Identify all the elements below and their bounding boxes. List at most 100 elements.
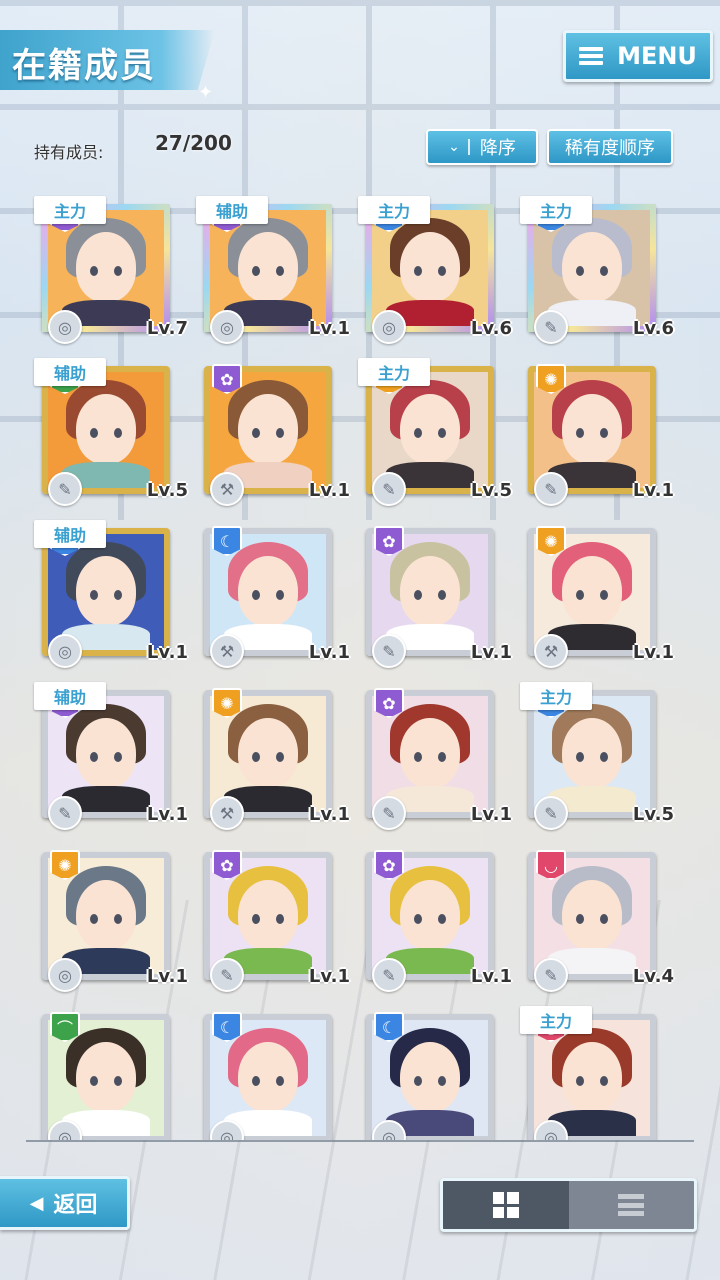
member-card[interactable]: ✺主力✎Lv.5 bbox=[354, 352, 512, 506]
member-type-icon: ✎ bbox=[372, 634, 406, 668]
member-type-icon: ◎ bbox=[48, 958, 82, 992]
member-type-icon: ✎ bbox=[534, 472, 568, 506]
member-type-icon: ✎ bbox=[48, 796, 82, 830]
member-count-label: 持有成员: bbox=[34, 143, 104, 162]
member-type-icon: ✎ bbox=[372, 958, 406, 992]
view-mode-toggle bbox=[440, 1178, 697, 1232]
role-tag: 主力 bbox=[520, 682, 592, 710]
member-type-icon: ✎ bbox=[372, 796, 406, 830]
member-card[interactable]: ✺ ✎ Lv.1 bbox=[516, 352, 674, 506]
member-card[interactable]: ◡主力◎ bbox=[516, 1000, 656, 1140]
member-type-icon: ◎ bbox=[48, 634, 82, 668]
member-level: Lv.1 bbox=[470, 642, 512, 663]
member-card[interactable]: ✿ ✎ Lv.1 bbox=[354, 838, 512, 992]
member-card[interactable]: ✺ ⚒ Lv.1 bbox=[516, 514, 674, 668]
member-level: Lv.1 bbox=[308, 480, 350, 501]
portrait-eyes bbox=[574, 590, 610, 600]
member-level: Lv.1 bbox=[308, 642, 350, 663]
page-title: 在籍成员 bbox=[12, 46, 156, 86]
portrait-eyes bbox=[250, 266, 286, 276]
portrait-eyes bbox=[88, 914, 124, 924]
member-card[interactable]: ☾ ⚒ Lv.1 bbox=[192, 514, 350, 668]
member-level: Lv.6 bbox=[470, 318, 512, 339]
role-tag: 主力 bbox=[520, 1006, 592, 1034]
portrait-eyes bbox=[88, 266, 124, 276]
list-view-icon bbox=[618, 1194, 645, 1216]
portrait-eyes bbox=[412, 428, 448, 438]
member-card[interactable]: ⌒ ◎ bbox=[30, 1000, 170, 1140]
sort-order-icon: ⌄ bbox=[448, 139, 470, 155]
member-card[interactable]: ☾辅助◎Lv.1 bbox=[30, 514, 188, 668]
member-type-icon: ◎ bbox=[48, 310, 82, 344]
portrait-eyes bbox=[250, 428, 286, 438]
list-view-button[interactable] bbox=[569, 1181, 695, 1229]
grid-view-button[interactable] bbox=[443, 1181, 569, 1229]
member-level: Lv.1 bbox=[146, 966, 188, 987]
member-card[interactable]: ✿ ✎ Lv.1 bbox=[354, 676, 512, 830]
member-type-icon: ✎ bbox=[372, 472, 406, 506]
portrait-eyes bbox=[88, 428, 124, 438]
member-level: Lv.1 bbox=[308, 318, 350, 339]
member-card[interactable]: ☾ ◎ bbox=[354, 1000, 494, 1140]
back-button[interactable]: ◀ 返回 bbox=[0, 1176, 130, 1230]
member-card[interactable]: ☾ ◎ bbox=[192, 1000, 332, 1140]
portrait-eyes bbox=[250, 914, 286, 924]
member-level: Lv.4 bbox=[632, 966, 674, 987]
member-count-value: 27/200 bbox=[155, 131, 232, 155]
portrait-eyes bbox=[574, 752, 610, 762]
grid-view-icon bbox=[492, 1192, 519, 1218]
portrait-eyes bbox=[574, 1076, 610, 1086]
member-card[interactable]: ☾主力◎Lv.6 bbox=[354, 190, 512, 344]
portrait-eyes bbox=[412, 914, 448, 924]
portrait-eyes bbox=[574, 914, 610, 924]
portrait-eyes bbox=[88, 1076, 124, 1086]
member-grid: ✿主力◎Lv.7✿辅助◎Lv.1☾主力◎Lv.6☾主力✎Lv.6⌒辅助✎Lv.5… bbox=[30, 190, 690, 1140]
member-card[interactable]: ✺ ⚒ Lv.1 bbox=[192, 676, 350, 830]
member-type-icon: ✎ bbox=[534, 310, 568, 344]
member-card[interactable]: ✿ ⚒ Lv.1 bbox=[192, 352, 350, 506]
member-card[interactable]: ✺ ◎ Lv.1 bbox=[30, 838, 188, 992]
divider bbox=[26, 1140, 694, 1142]
portrait-eyes bbox=[88, 590, 124, 600]
role-tag: 主力 bbox=[358, 196, 430, 224]
member-card[interactable]: ✿ ✎ Lv.1 bbox=[354, 514, 512, 668]
member-level: Lv.1 bbox=[308, 966, 350, 987]
role-tag: 辅助 bbox=[34, 520, 106, 548]
role-tag: 主力 bbox=[34, 196, 106, 224]
member-type-icon: ⚒ bbox=[210, 796, 244, 830]
member-type-icon: ◎ bbox=[210, 310, 244, 344]
member-card[interactable]: ✿ ✎ Lv.1 bbox=[192, 838, 350, 992]
member-type-icon: ◎ bbox=[372, 310, 406, 344]
sort-rarity-label: 稀有度顺序 bbox=[565, 138, 655, 159]
role-tag: 主力 bbox=[520, 196, 592, 224]
back-label: 返回 bbox=[53, 1193, 98, 1218]
member-card[interactable]: ✿辅助◎Lv.1 bbox=[192, 190, 350, 344]
member-level: Lv.1 bbox=[470, 804, 512, 825]
sort-order-button[interactable]: ⌄ 降序 bbox=[426, 129, 538, 165]
menu-button[interactable]: MENU bbox=[563, 30, 713, 82]
hamburger-icon bbox=[579, 47, 604, 65]
sort-order-label: 降序 bbox=[479, 138, 516, 159]
portrait-eyes bbox=[250, 590, 286, 600]
member-type-icon: ✎ bbox=[534, 796, 568, 830]
member-card[interactable]: ◡ ✎ Lv.4 bbox=[516, 838, 674, 992]
member-card[interactable]: ✿主力◎Lv.7 bbox=[30, 190, 188, 344]
menu-label: MENU bbox=[617, 42, 697, 70]
member-card[interactable]: ☾主力✎Lv.5 bbox=[516, 676, 674, 830]
portrait-eyes bbox=[412, 752, 448, 762]
sort-rarity-button[interactable]: 稀有度顺序 bbox=[547, 129, 673, 165]
member-type-icon: ⚒ bbox=[210, 634, 244, 668]
role-tag: 辅助 bbox=[34, 682, 106, 710]
member-card[interactable]: ✿辅助✎Lv.1 bbox=[30, 676, 188, 830]
member-type-icon: ✎ bbox=[210, 958, 244, 992]
role-tag: 辅助 bbox=[34, 358, 106, 386]
member-level: Lv.1 bbox=[470, 966, 512, 987]
member-card[interactable]: ⌒辅助✎Lv.5 bbox=[30, 352, 188, 506]
role-tag: 主力 bbox=[358, 358, 430, 386]
member-type-icon: ⚒ bbox=[534, 634, 568, 668]
member-card[interactable]: ☾主力✎Lv.6 bbox=[516, 190, 674, 344]
member-level: Lv.1 bbox=[308, 804, 350, 825]
member-level: Lv.7 bbox=[146, 318, 188, 339]
member-level: Lv.1 bbox=[146, 642, 188, 663]
member-level: Lv.5 bbox=[146, 480, 188, 501]
